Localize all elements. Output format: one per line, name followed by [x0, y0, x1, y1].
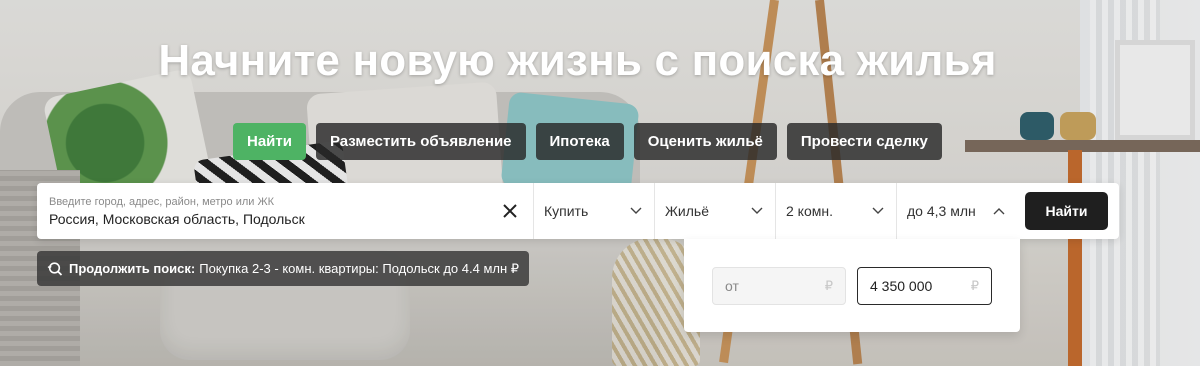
tab-find[interactable]: Найти — [233, 123, 306, 160]
ruble-icon: ₽ — [970, 278, 979, 293]
tab-deal[interactable]: Провести сделку — [786, 123, 942, 160]
page-title: Начните новую жизнь с поиска жилья — [158, 36, 997, 85]
address-field[interactable]: Введите город, адрес, район, метро или Ж… — [37, 183, 534, 239]
deal-type-select[interactable]: Купить — [534, 183, 655, 239]
chevron-down-icon — [630, 207, 642, 214]
price-from-input[interactable]: от ₽ — [712, 267, 846, 305]
price-select[interactable]: до 4,3 млн — [897, 183, 1017, 239]
tab-mortgage[interactable]: Ипотека — [535, 123, 624, 160]
tab-post-ad[interactable]: Разместить объявление — [315, 123, 526, 160]
deal-type-value: Купить — [544, 203, 589, 219]
service-tabs: Найти Разместить объявление Ипотека Оцен… — [233, 123, 942, 160]
price-from-placeholder: от — [725, 278, 739, 294]
address-value[interactable]: Россия, Московская область, Подольск — [49, 211, 533, 227]
chevron-down-icon — [751, 207, 763, 214]
property-type-select[interactable]: Жильё — [655, 183, 776, 239]
close-icon[interactable] — [499, 200, 521, 222]
search-button[interactable]: Найти — [1025, 192, 1108, 230]
chevron-up-icon — [993, 208, 1005, 215]
ruble-icon: ₽ — [824, 278, 833, 293]
rooms-select[interactable]: 2 комн. — [776, 183, 897, 239]
price-value: до 4,3 млн — [907, 203, 976, 219]
rooms-value: 2 комн. — [786, 203, 833, 219]
history-search-icon — [47, 261, 63, 276]
price-dropdown-panel: от ₽ 4 350 000 ₽ — [684, 239, 1020, 332]
continue-search-chip[interactable]: Продолжить поиск: Покупка 2-3 - комн. кв… — [37, 251, 530, 286]
address-placeholder: Введите город, адрес, район, метро или Ж… — [49, 196, 275, 208]
search-submit-wrap: Найти — [1017, 183, 1108, 239]
price-to-input[interactable]: 4 350 000 ₽ — [857, 267, 992, 305]
price-to-value: 4 350 000 — [870, 278, 933, 294]
property-type-value: Жильё — [665, 203, 709, 219]
search-bar: Введите город, адрес, район, метро или Ж… — [37, 183, 1119, 239]
continue-search-text: Покупка 2-3 - комн. квартиры: Подольск д… — [199, 260, 520, 276]
tab-evaluate[interactable]: Оценить жильё — [633, 123, 777, 160]
chevron-down-icon — [872, 207, 884, 214]
continue-search-prefix: Продолжить поиск: — [69, 261, 196, 276]
